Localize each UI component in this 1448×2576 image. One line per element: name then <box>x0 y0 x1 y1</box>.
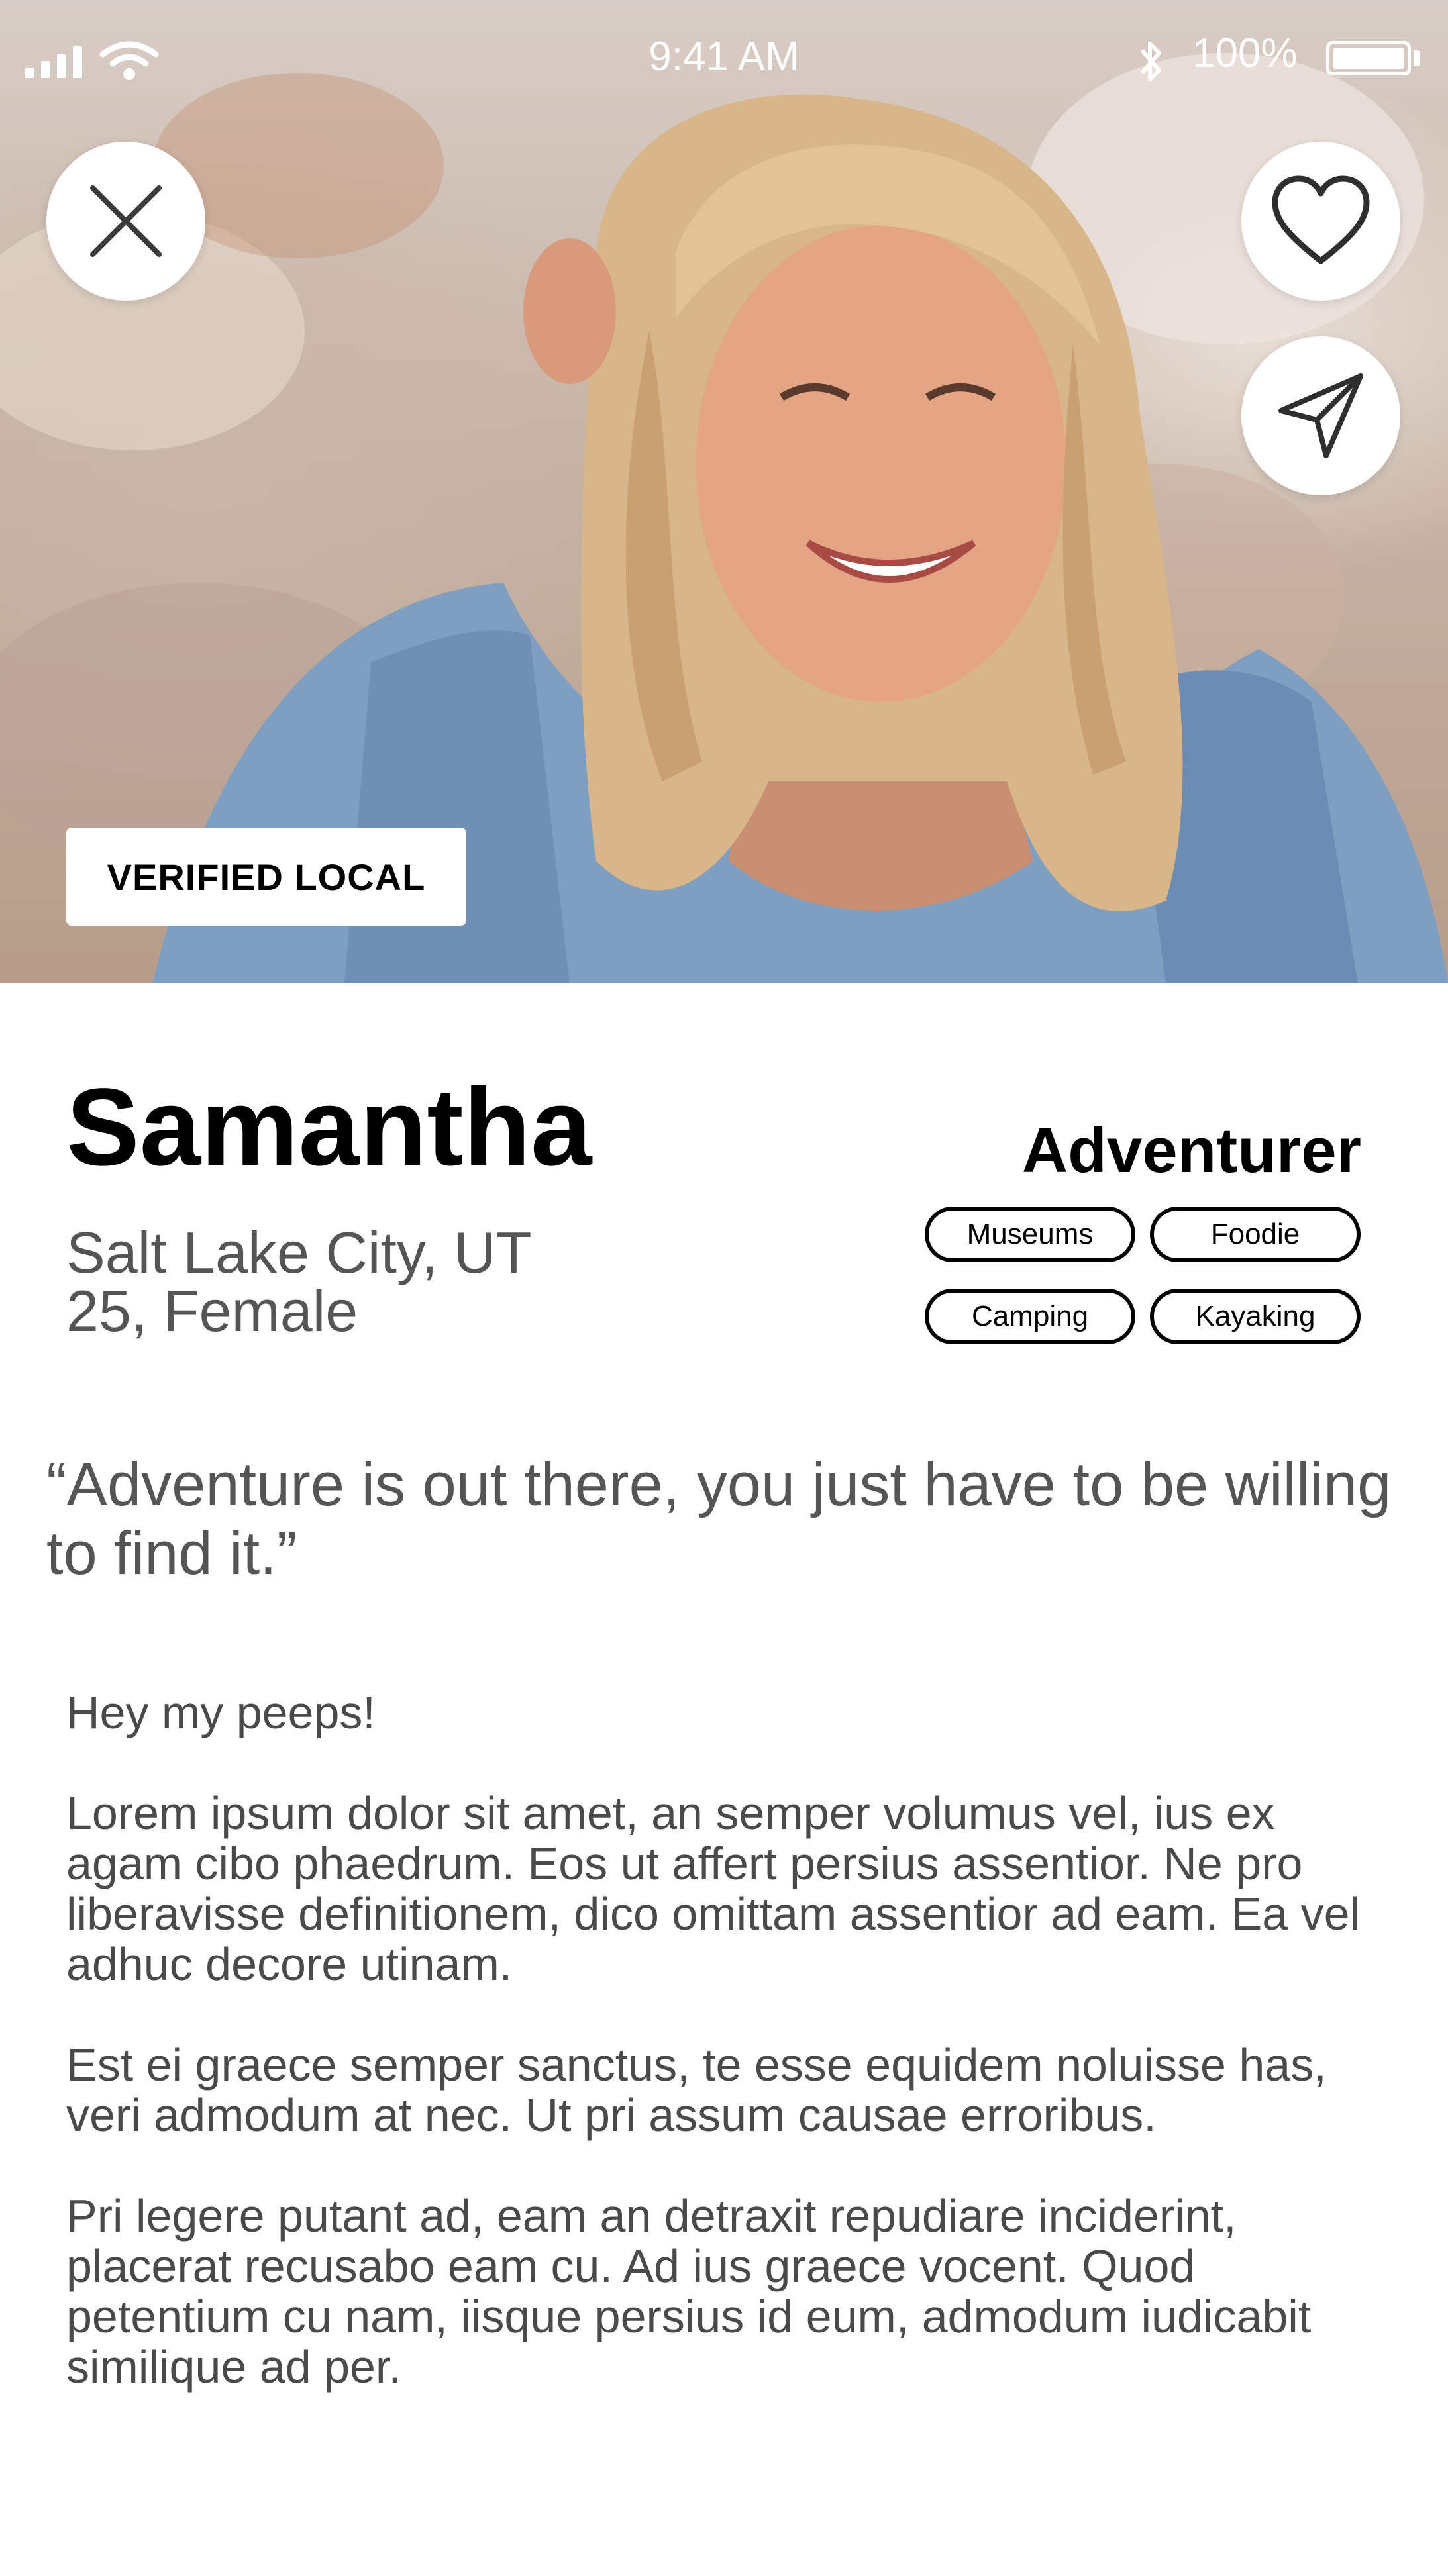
status-bar: 9:41 AM 100% <box>0 0 1448 119</box>
heart-icon <box>1272 175 1370 264</box>
dismiss-button[interactable] <box>46 142 205 301</box>
like-button[interactable] <box>1241 142 1400 301</box>
bio-paragraph: Pri legere putant ad, eam an detraxit re… <box>66 2190 1312 2393</box>
profile-bio: Hey my peeps! Lorem ipsum dolor sit amet… <box>66 1687 1391 2442</box>
bio-paragraph: Lorem ipsum dolor sit amet, an semper vo… <box>66 1787 1361 1990</box>
close-icon <box>90 185 162 257</box>
interest-tag: Foodie <box>1150 1207 1361 1262</box>
profile-quote: “Adventure is out there, you just have t… <box>46 1451 1392 1587</box>
battery-cap <box>1414 50 1420 66</box>
bluetooth-icon <box>1140 42 1161 81</box>
profile-age-gender: 25, Female <box>66 1278 358 1344</box>
profile-location: Salt Lake City, UT <box>66 1220 532 1285</box>
battery-icon <box>1326 41 1411 75</box>
persona-title: Adventurer <box>1021 1115 1361 1186</box>
profile-name: Samantha <box>66 1066 592 1189</box>
bio-greeting: Hey my peeps! <box>66 1687 376 1738</box>
verified-local-badge: VERIFIED LOCAL <box>66 828 466 926</box>
bio-paragraph: Est ei graece semper sanctus, te esse eq… <box>66 2039 1327 2141</box>
send-message-button[interactable] <box>1241 336 1400 495</box>
battery-level-fill <box>1333 48 1404 69</box>
battery-percentage: 100% <box>1192 30 1298 76</box>
interest-tag: Museums <box>925 1207 1135 1262</box>
interest-tag: Camping <box>925 1289 1135 1344</box>
send-icon <box>1278 373 1363 458</box>
interest-tag: Kayaking <box>1150 1289 1361 1344</box>
